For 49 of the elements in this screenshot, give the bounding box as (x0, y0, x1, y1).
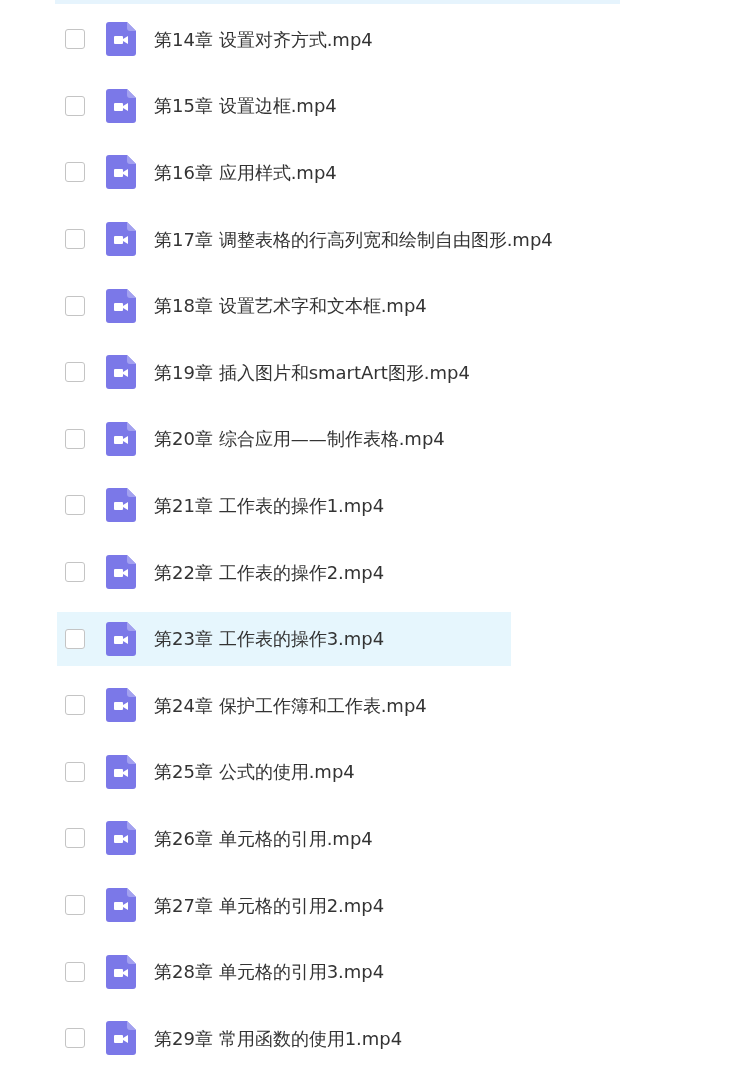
file-name: 第24章 保护工作簿和工作表.mp4 (154, 693, 427, 718)
video-file-icon (106, 421, 136, 456)
checkbox[interactable] (65, 695, 85, 716)
file-name: 第21章 工作表的操作1.mp4 (154, 493, 385, 518)
file-name: 第22章 工作表的操作2.mp4 (154, 560, 385, 585)
checkbox[interactable] (65, 428, 85, 449)
file-name: 第15章 设置边框.mp4 (154, 94, 337, 119)
file-name: 第26章 单元格的引用.mp4 (154, 826, 373, 851)
checkbox[interactable] (65, 895, 85, 915)
video-file-icon (106, 754, 136, 789)
file-name: 第19章 插入图片和smartArt图形.mp4 (154, 360, 470, 385)
video-file-icon (106, 222, 136, 257)
checkbox[interactable] (65, 229, 85, 250)
video-file-icon (106, 621, 136, 656)
checkbox[interactable] (65, 761, 85, 782)
file-name: 第27章 单元格的引用2.mp4 (154, 893, 385, 918)
video-file-icon (106, 22, 136, 57)
file-name: 第23章 工作表的操作3.mp4 (154, 627, 385, 652)
checkbox[interactable] (65, 828, 85, 849)
video-file-icon (106, 88, 136, 123)
file-name: 第14章 设置对齐方式.mp4 (154, 27, 373, 52)
video-file-icon (106, 1021, 136, 1056)
file-name: 第25章 公式的使用.mp4 (154, 760, 355, 785)
checkbox[interactable] (65, 562, 85, 583)
file-name: 第20章 综合应用——制作表格.mp4 (154, 427, 445, 452)
video-file-icon (106, 888, 136, 922)
checkbox[interactable] (65, 495, 85, 516)
video-file-icon (106, 688, 136, 723)
file-name: 第18章 设置艺术字和文本框.mp4 (154, 294, 427, 319)
checkbox[interactable] (65, 628, 85, 649)
video-file-icon (106, 155, 136, 190)
checkbox[interactable] (65, 295, 85, 316)
checkbox[interactable] (65, 961, 85, 982)
video-file-icon (106, 821, 136, 856)
file-name: 第16章 应用样式.mp4 (154, 161, 337, 185)
file-name: 第29章 常用函数的使用1.mp4 (154, 1026, 403, 1051)
video-file-icon (106, 555, 136, 590)
checkbox[interactable] (65, 162, 85, 183)
file-name: 第28章 单元格的引用3.mp4 (154, 960, 385, 985)
video-file-icon (106, 954, 136, 989)
video-file-icon (106, 288, 136, 323)
checkbox[interactable] (65, 362, 85, 383)
video-file-icon (106, 355, 136, 390)
video-file-icon (106, 488, 136, 523)
checkbox[interactable] (65, 29, 85, 50)
checkbox[interactable] (65, 1028, 85, 1049)
file-name: 第17章 调整表格的行高列宽和绘制自由图形.mp4 (154, 227, 553, 252)
checkbox[interactable] (65, 95, 85, 116)
file-row[interactable]: 第23章 工作表的操作3.mp4 (57, 611, 511, 666)
